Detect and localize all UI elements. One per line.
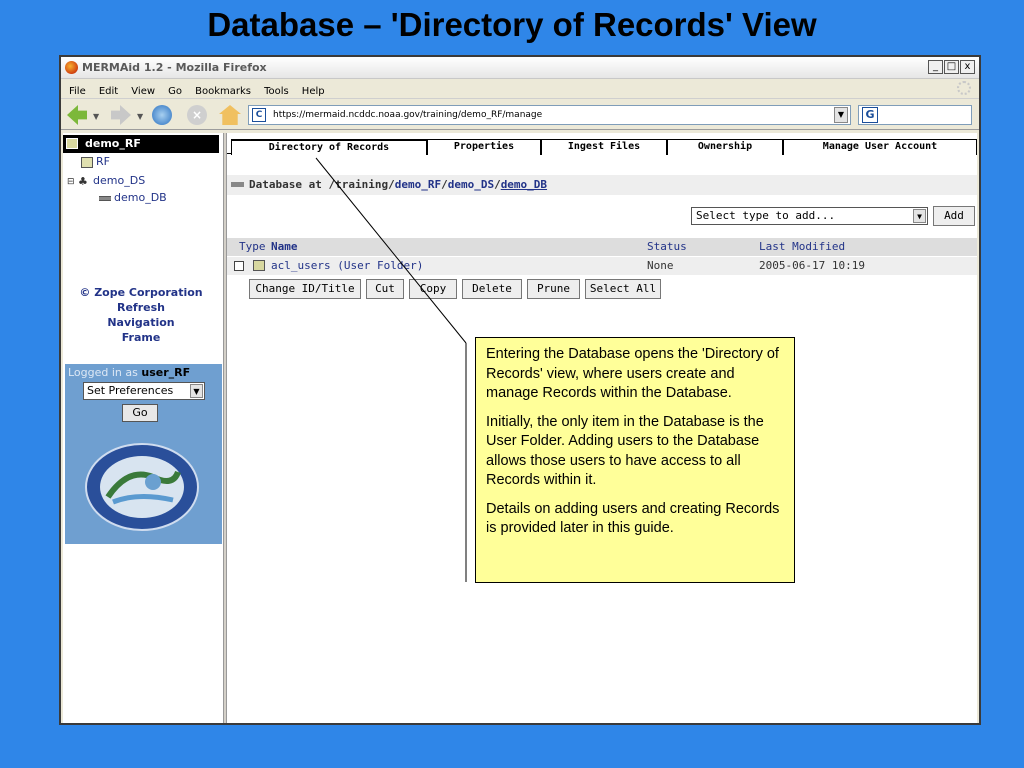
tab-manage-user-account[interactable]: Manage User Account: [783, 139, 977, 155]
col-status[interactable]: Status: [647, 238, 687, 256]
datastore-icon: ♣: [78, 174, 88, 188]
row-modified: 2005-06-17 10:19: [759, 259, 865, 272]
breadcrumb: Database at /training/demo_RF/demo_DS/de…: [227, 175, 977, 195]
refresh-line-3: Frame: [121, 331, 161, 344]
callout-paragraph: Details on adding users and creating Rec…: [486, 500, 780, 537]
tab-ingest-files[interactable]: Ingest Files: [541, 139, 667, 155]
maximize-button[interactable]: □: [944, 60, 959, 74]
prune-button[interactable]: Prune: [527, 279, 580, 299]
add-type-value: Select type to add...: [696, 209, 836, 222]
root-folder-label: demo_RF: [85, 137, 141, 150]
breadcrumb-sep: /: [494, 178, 501, 191]
breadcrumb-demo-db[interactable]: demo_DB: [501, 178, 547, 191]
refresh-line-2: Navigation: [107, 316, 175, 329]
stop-icon[interactable]: ×: [187, 105, 207, 125]
change-id-title-button[interactable]: Change ID/Title: [249, 279, 361, 299]
copy-button[interactable]: Copy: [409, 279, 457, 299]
menu-file[interactable]: File: [69, 86, 86, 97]
tab-properties[interactable]: Properties: [427, 139, 541, 155]
row-name-link[interactable]: acl_users (User Folder): [271, 257, 423, 275]
tree-item-rf[interactable]: RF: [81, 155, 110, 168]
preferences-select[interactable]: Set Preferences ▼: [83, 382, 205, 400]
menu-view[interactable]: View: [131, 86, 155, 97]
close-button[interactable]: x: [960, 60, 975, 74]
navigation-toolbar: ▼ ▼ × C https://mermaid.ncddc.noaa.gov/t…: [61, 98, 979, 130]
url-text: https://mermaid.ncddc.noaa.gov/training/…: [273, 110, 543, 120]
login-panel: Logged in as user_RF Set Preferences ▼ G…: [65, 364, 222, 544]
home-icon[interactable]: [219, 105, 241, 125]
database-icon: [231, 182, 244, 187]
breadcrumb-demo-ds[interactable]: demo_DS: [448, 178, 494, 191]
collapse-icon[interactable]: ⊟: [67, 177, 75, 187]
select-all-button[interactable]: Select All: [585, 279, 661, 299]
menu-edit[interactable]: Edit: [99, 86, 118, 97]
window-titlebar: MERMAid 1.2 - Mozilla Firefox _ □ x: [61, 57, 979, 79]
menu-go[interactable]: Go: [168, 86, 182, 97]
table-header: Type Name Status Last Modified: [227, 238, 977, 256]
tree-item-label: demo_DB: [114, 191, 167, 204]
tab-bar: Directory of Records Properties Ingest F…: [227, 136, 977, 155]
tab-directory-of-records[interactable]: Directory of Records: [231, 139, 427, 155]
tree-item-demo-ds[interactable]: ⊟ ♣ demo_DS: [67, 174, 145, 187]
throbber-icon: [957, 81, 971, 95]
row-status: None: [647, 259, 674, 272]
refresh-navigation-link[interactable]: Refresh Navigation Frame: [63, 300, 219, 345]
folder-icon: [81, 156, 93, 168]
reload-icon[interactable]: [152, 105, 172, 125]
zope-copyright-link[interactable]: © Zope Corporation: [63, 285, 219, 300]
user-folder-icon: [253, 260, 265, 271]
breadcrumb-root: /training/: [328, 178, 395, 191]
ncddc-seal-logo: [85, 443, 199, 531]
chevron-down-icon[interactable]: ▼: [913, 209, 926, 223]
chevron-down-icon[interactable]: ▼: [190, 384, 203, 398]
slide-title: Database – 'Directory of Records' View: [207, 6, 817, 43]
menu-bookmarks[interactable]: Bookmarks: [195, 86, 251, 97]
tree-item-demo-db[interactable]: demo_DB: [99, 191, 167, 204]
site-favicon-icon: C: [252, 108, 266, 122]
delete-button[interactable]: Delete: [462, 279, 522, 299]
database-icon: [99, 195, 111, 201]
callout-paragraph: Entering the Database opens the 'Directo…: [486, 346, 779, 401]
col-type[interactable]: Type: [239, 238, 266, 256]
col-name[interactable]: Name: [271, 238, 298, 256]
callout-paragraph: Initially, the only item in the Database…: [486, 413, 764, 489]
window-title: MERMAid 1.2 - Mozilla Firefox: [82, 61, 267, 74]
url-dropdown-icon[interactable]: ▼: [834, 107, 848, 123]
breadcrumb-prefix: Database at: [249, 178, 322, 191]
row-checkbox[interactable]: [234, 261, 244, 271]
add-type-select[interactable]: Select type to add... ▼: [691, 207, 928, 225]
breadcrumb-sep: /: [441, 178, 448, 191]
menu-tools[interactable]: Tools: [264, 86, 289, 97]
menu-help[interactable]: Help: [302, 86, 325, 97]
folder-icon: [66, 138, 78, 149]
zope-links: © Zope Corporation Refresh Navigation Fr…: [63, 285, 219, 345]
refresh-line-1: Refresh: [117, 301, 165, 314]
preferences-value: Set Preferences: [87, 384, 174, 397]
breadcrumb-demo-rf[interactable]: demo_RF: [395, 178, 441, 191]
search-box[interactable]: G: [858, 105, 972, 125]
logged-in-label: Logged in as user_RF: [68, 366, 190, 379]
menubar: File Edit View Go Bookmarks Tools Help: [61, 79, 979, 97]
minimize-button[interactable]: _: [928, 60, 943, 74]
cut-button[interactable]: Cut: [366, 279, 404, 299]
firefox-icon: [65, 61, 78, 74]
root-folder-header[interactable]: demo_RF: [63, 135, 219, 153]
search-engine-icon[interactable]: G: [862, 107, 878, 123]
tree-item-label: demo_DS: [93, 174, 146, 187]
tab-ownership[interactable]: Ownership: [667, 139, 783, 155]
callout-box: Entering the Database opens the 'Directo…: [475, 337, 795, 583]
back-dropdown-icon[interactable]: ▼: [93, 112, 99, 121]
tree-item-label: RF: [96, 155, 110, 168]
table-row: acl_users (User Folder) None 2005-06-17 …: [227, 257, 977, 275]
username: user_RF: [141, 366, 191, 379]
forward-dropdown-icon[interactable]: ▼: [137, 112, 143, 121]
logged-prefix: Logged in as: [68, 366, 138, 379]
left-navigation-frame: demo_RF RF ⊟ ♣ demo_DS demo_DB © Zope Cor…: [63, 133, 223, 723]
add-button[interactable]: Add: [933, 206, 975, 226]
url-bar[interactable]: C https://mermaid.ncddc.noaa.gov/trainin…: [248, 105, 851, 125]
back-arrow-icon[interactable]: [67, 105, 87, 125]
col-last-modified[interactable]: Last Modified: [759, 238, 845, 256]
forward-arrow-icon[interactable]: [111, 105, 131, 125]
go-button[interactable]: Go: [122, 404, 158, 422]
